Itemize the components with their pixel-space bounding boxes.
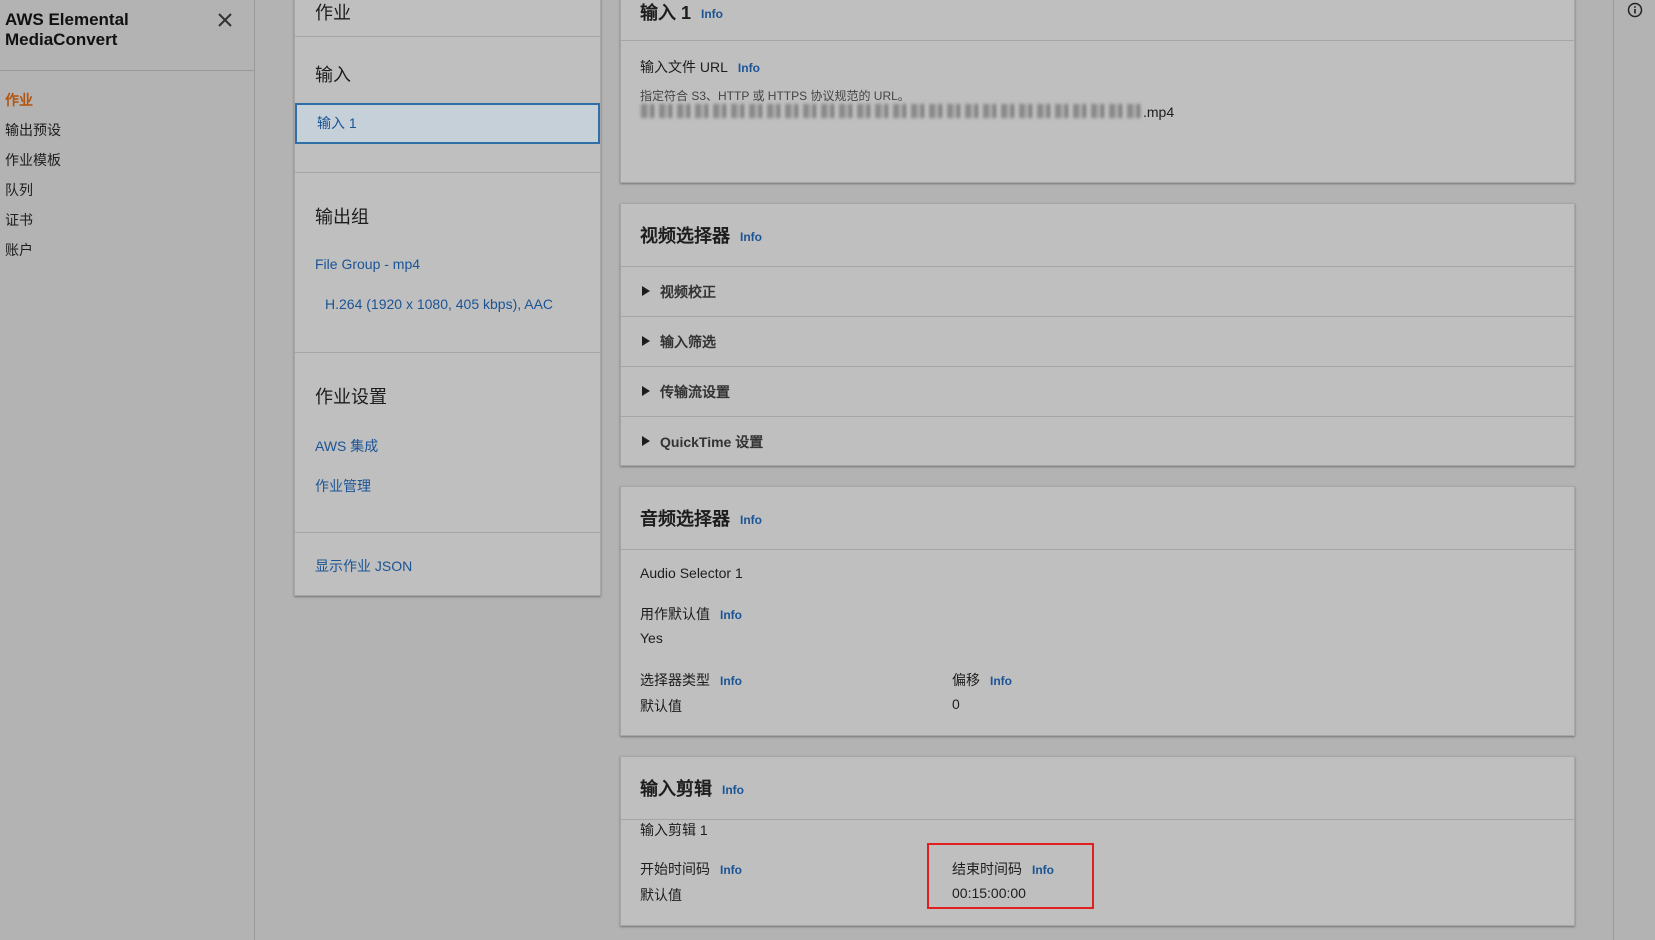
info-link[interactable]: Info [738, 61, 760, 75]
expander-quicktime[interactable]: QuickTime 设置 [621, 416, 1574, 466]
caret-right-icon [642, 286, 650, 296]
selector-type-label: 选择器类型 Info [640, 670, 742, 690]
step-aws-integration[interactable]: AWS 集成 [315, 436, 378, 456]
start-timecode-label: 开始时间码 Info [640, 859, 742, 879]
service-brand[interactable]: AWS Elemental MediaConvert [5, 10, 185, 50]
video-selector-title-text: 视频选择器 [640, 226, 730, 246]
section-output-groups: 输出组 [315, 207, 369, 227]
input-url-value-redacted[interactable] [641, 104, 1141, 118]
divider [295, 532, 600, 533]
expander-transport-stream[interactable]: 传输流设置 [621, 366, 1574, 416]
audio-selector-card: 音频选择器 Info Audio Selector 1 用作默认值 Info Yes… [620, 486, 1575, 736]
start-timecode-value: 默认值 [640, 887, 682, 903]
close-nav-button[interactable] [214, 9, 236, 31]
offset-label: 偏移 Info [952, 670, 1012, 690]
input-card-title: 输入 1 Info [640, 0, 723, 25]
tools-rail [1613, 0, 1655, 940]
input-clipping-header: 输入剪辑 Info [621, 757, 1574, 820]
nav-item-jobs[interactable]: 作业 [0, 85, 254, 115]
input-card-title-text: 输入 1 [640, 3, 692, 23]
section-input: 输入 [315, 65, 351, 85]
info-link[interactable]: Info [740, 513, 762, 527]
start-timecode-label-text: 开始时间码 [640, 861, 710, 877]
divider [295, 352, 600, 353]
input-url-label: 输入文件 URL Info [640, 57, 760, 77]
nav-item-output-presets[interactable]: 输出预设 [0, 115, 254, 145]
caret-right-icon [642, 386, 650, 396]
input-url-suffix: .mp4 [1143, 104, 1175, 120]
nav-item-job-templates[interactable]: 作业模板 [0, 145, 254, 175]
info-link[interactable]: Info [722, 783, 744, 797]
caret-right-icon [642, 436, 650, 446]
input-clipping-title-text: 输入剪辑 [640, 779, 712, 799]
input-card: 输入 1 Info 输入文件 URL Info 指定符合 S3、HTTP 或 HTT… [620, 0, 1575, 183]
info-link[interactable]: Info [720, 674, 742, 688]
caret-right-icon [642, 336, 650, 346]
steps-title: 作业 [315, 3, 351, 23]
nav-item-queues[interactable]: 队列 [0, 175, 254, 205]
divider [295, 36, 600, 37]
expander-video-correction[interactable]: 视频校正 [621, 266, 1574, 316]
default-selection-label-text: 用作默认值 [640, 606, 710, 622]
clip-name: 输入剪辑 1 [640, 822, 708, 838]
video-selector-header: 视频选择器 Info [621, 204, 1574, 267]
default-selection-value: Yes [640, 630, 663, 646]
default-selection-label: 用作默认值 Info [640, 604, 742, 624]
info-link[interactable]: Info [720, 608, 742, 622]
step-job-management[interactable]: 作业管理 [315, 476, 371, 496]
info-circle-icon[interactable] [1627, 2, 1643, 18]
selector-type-value: 默认值 [640, 698, 682, 714]
video-selector-title: 视频选择器 Info [640, 222, 762, 248]
input-clipping-title: 输入剪辑 Info [640, 775, 744, 801]
audio-selector-header: 音频选择器 Info [621, 487, 1574, 550]
divider [295, 172, 600, 173]
offset-label-text: 偏移 [952, 672, 980, 688]
step-file-group[interactable]: File Group - mp4 [315, 256, 420, 272]
offset-value: 0 [952, 696, 960, 712]
side-navigation: AWS Elemental MediaConvert 作业 输出预设 作业模板 … [0, 0, 255, 940]
expander-label: 传输流设置 [660, 384, 730, 400]
sidenav-header: AWS Elemental MediaConvert [0, 0, 254, 71]
section-job-settings: 作业设置 [315, 387, 387, 407]
step-output-item[interactable]: H.264 (1920 x 1080, 405 kbps), AAC [325, 296, 553, 312]
audio-selector-name: Audio Selector 1 [640, 565, 743, 581]
video-selector-card: 视频选择器 Info 视频校正 输入筛选 传输流设置 QuickTime 设置 [620, 203, 1575, 466]
close-icon [218, 13, 232, 27]
job-steps-panel: 作业 输入 输入 1 输出组 File Group - mp4 H.264 (1… [294, 0, 601, 596]
expander-input-filter[interactable]: 输入筛选 [621, 316, 1574, 366]
step-input-1[interactable]: 输入 1 [295, 103, 600, 144]
end-timecode-highlight [927, 843, 1094, 909]
expander-label: QuickTime 设置 [660, 434, 764, 450]
audio-selector-title-text: 音频选择器 [640, 509, 730, 529]
show-job-json-link[interactable]: 显示作业 JSON [315, 556, 412, 576]
expander-label: 输入筛选 [660, 334, 716, 350]
selector-type-label-text: 选择器类型 [640, 672, 710, 688]
expander-label: 视频校正 [660, 284, 716, 300]
nav-list: 作业 输出预设 作业模板 队列 证书 账户 [0, 71, 254, 265]
info-link[interactable]: Info [701, 7, 723, 21]
info-link[interactable]: Info [740, 230, 762, 244]
info-link[interactable]: Info [990, 674, 1012, 688]
input-url-hint: 指定符合 S3、HTTP 或 HTTPS 协议规范的 URL。 [640, 89, 910, 103]
input-card-header: 输入 1 Info [621, 0, 1574, 41]
nav-item-account[interactable]: 账户 [0, 235, 254, 265]
nav-item-certificates[interactable]: 证书 [0, 205, 254, 235]
info-link[interactable]: Info [720, 863, 742, 877]
audio-selector-title: 音频选择器 Info [640, 505, 762, 531]
input-clipping-card: 输入剪辑 Info 输入剪辑 1 开始时间码 Info 默认值 结束时间码 Info … [620, 756, 1575, 926]
input-url-label-text: 输入文件 URL [640, 59, 728, 75]
